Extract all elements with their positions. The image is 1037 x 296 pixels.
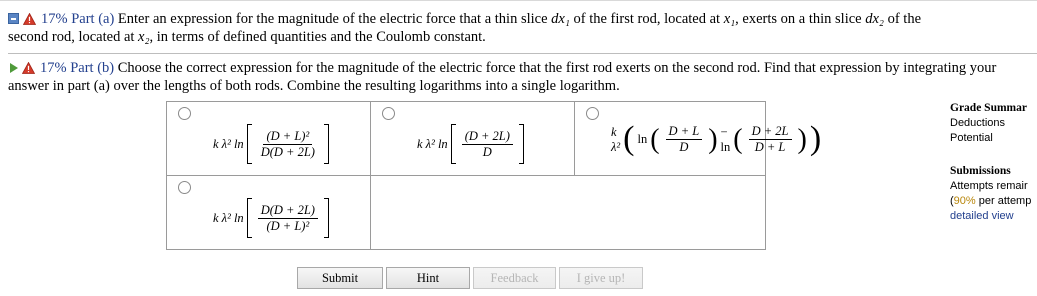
- choice-3-fraction-1: D + L D: [663, 124, 706, 155]
- choice-3-expression: k λ² ( ln ( D + L D ) − ln ( D + 2L D + …: [611, 120, 822, 158]
- choice-3-prefix: k λ²: [611, 124, 621, 154]
- choice-2-numerator: (D + 2L): [461, 129, 513, 145]
- collapse-icon[interactable]: [8, 13, 19, 24]
- part-a: 17% Part (a) Enter an expression for the…: [8, 10, 1037, 46]
- part-a-text-4: of the: [883, 11, 922, 27]
- choice-1-numerator: (D + L)²: [263, 129, 313, 145]
- paren-left-inner: (: [650, 123, 660, 155]
- choice-3-minus-ln: − ln: [720, 124, 731, 154]
- paren-left: (: [623, 120, 635, 158]
- choice-1-fraction: (D + L)² D(D + 2L): [255, 129, 321, 160]
- grade-sidebar: Grade Summar Deductions Potential Submis…: [950, 101, 1031, 224]
- attempts-label: Attempts remair: [950, 180, 1028, 192]
- part-a-label: Part (a): [71, 11, 115, 27]
- per-attempt-percent: 90%: [953, 195, 976, 207]
- detailed-view-link[interactable]: detailed view: [950, 209, 1031, 224]
- choice-2-radio[interactable]: [382, 107, 395, 120]
- submit-button[interactable]: Submit: [297, 267, 383, 289]
- bracket-left: [246, 124, 252, 164]
- part-a-percent: 17%: [41, 11, 68, 27]
- bracket-left: [246, 198, 252, 238]
- choice-4-radio[interactable]: [178, 181, 191, 194]
- choice-4-numerator: D(D + 2L): [257, 203, 318, 219]
- paren-right-inner-2: ): [797, 123, 807, 155]
- choice-3[interactable]: k λ² ( ln ( D + L D ) − ln ( D + 2L D + …: [574, 101, 821, 176]
- var-x1: x₁: [723, 11, 736, 27]
- part-a-text-5: second rod, located at: [8, 29, 139, 45]
- choice-1-prefix: k λ² ln: [213, 136, 244, 151]
- choice-4-denominator: (D + L)²: [266, 218, 310, 233]
- warning-icon: [22, 62, 35, 74]
- warning-icon: [23, 13, 36, 25]
- bracket-left: [450, 124, 456, 164]
- empty-cell: [370, 175, 766, 250]
- choice-2-denominator: D: [482, 144, 492, 159]
- give-up-button[interactable]: I give up!: [559, 267, 643, 289]
- choice-3-numerator-1: D + L: [665, 124, 703, 140]
- choice-3-denominator-1: D: [679, 140, 689, 154]
- choice-3-ln1: ln: [637, 132, 648, 146]
- choice-3-numerator-2: D + 2L: [748, 124, 792, 140]
- choice-4-fraction: D(D + 2L) (D + L)²: [255, 203, 321, 234]
- bracket-right: [323, 198, 329, 238]
- choice-2[interactable]: k λ² ln (D + 2L) D: [370, 101, 575, 176]
- choice-3-denominator-2: D + L: [754, 140, 786, 154]
- deductions-label: Deductions: [950, 117, 1006, 129]
- choice-2-prefix: k λ² ln: [417, 136, 448, 151]
- choice-4-expression: k λ² ln D(D + 2L) (D + L)²: [213, 198, 329, 238]
- choice-1-denominator: D(D + 2L): [260, 144, 315, 159]
- choice-1-radio[interactable]: [178, 107, 191, 120]
- part-b-label: Part (b): [70, 60, 115, 76]
- part-b-text: Choose the correct expression for the ma…: [8, 60, 997, 94]
- hint-button[interactable]: Hint: [386, 267, 470, 289]
- part-b-percent: 17%: [40, 60, 67, 76]
- part-a-text-6: , in terms of defined quantities and the…: [149, 29, 486, 45]
- choice-3-fraction-2: D + 2L D + L: [746, 124, 795, 155]
- part-b: 17% Part (b) Choose the correct expressi…: [8, 59, 1037, 95]
- bracket-right: [518, 124, 524, 164]
- grade-summary-heading: Grade Summar: [950, 102, 1027, 114]
- part-a-text-1: Enter an expression for the magnitude of…: [117, 11, 552, 27]
- choice-1-expression: k λ² ln (D + L)² D(D + 2L): [213, 124, 329, 164]
- var-dx2: dx₂: [865, 11, 884, 27]
- button-bar: Submit Hint Feedback I give up!: [297, 267, 643, 289]
- choice-2-expression: k λ² ln (D + 2L) D: [417, 124, 524, 164]
- paren-left-inner-2: (: [733, 123, 743, 155]
- per-attempt-line: (90% per attemp: [950, 195, 1032, 207]
- separator: [8, 53, 1037, 54]
- part-a-text-3: , exerts on a thin slice: [735, 11, 866, 27]
- bracket-right: [323, 124, 329, 164]
- submissions-heading: Submissions: [950, 165, 1011, 177]
- paren-right-inner: ): [708, 123, 718, 155]
- choice-1[interactable]: k λ² ln (D + L)² D(D + 2L): [166, 101, 371, 176]
- feedback-button[interactable]: Feedback: [473, 267, 556, 289]
- potential-label: Potential: [950, 132, 993, 144]
- per-attempt-text: per attemp: [975, 195, 1032, 207]
- var-dx1: dx₁: [551, 11, 570, 27]
- choice-4-prefix: k λ² ln: [213, 210, 244, 225]
- part-a-text-2: of the first rod, located at: [569, 11, 724, 27]
- choice-4[interactable]: k λ² ln D(D + 2L) (D + L)²: [166, 175, 371, 250]
- expand-icon[interactable]: [10, 63, 18, 73]
- top-border: [0, 0, 1037, 1]
- paren-right: ): [809, 120, 822, 158]
- answer-choices: k λ² ln (D + L)² D(D + 2L) k λ² ln (D +: [166, 101, 821, 250]
- var-x2: x₂: [138, 29, 150, 45]
- choice-2-fraction: (D + 2L) D: [459, 129, 516, 160]
- choice-3-radio[interactable]: [586, 107, 599, 120]
